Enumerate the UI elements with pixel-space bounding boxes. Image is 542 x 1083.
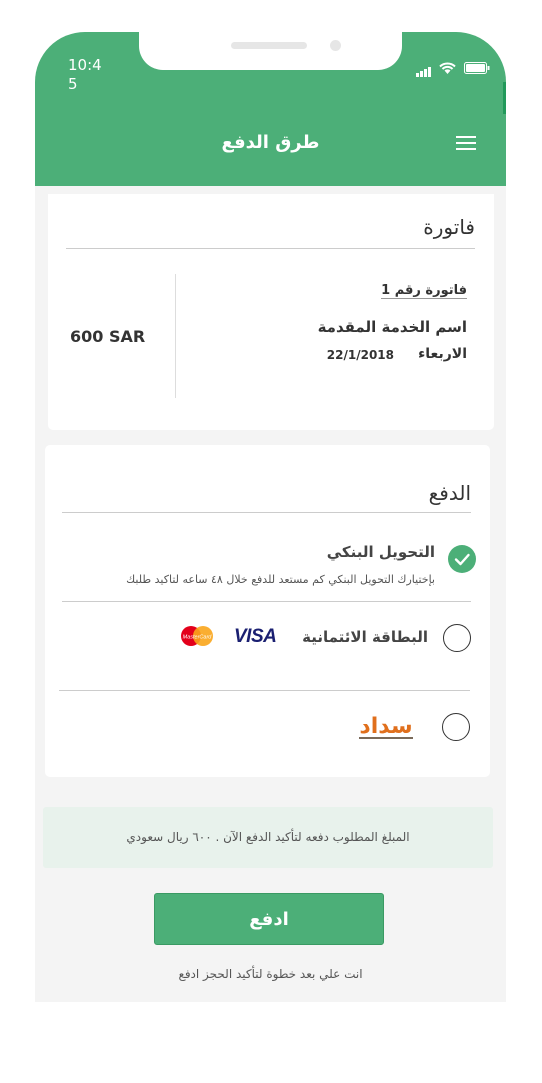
phone-screen: 10:45 طرق الدفع فاتورة فاتورة رقم 1 اسم … [35, 32, 506, 1002]
status-icons [415, 58, 490, 77]
payment-card: الدفع التحويل البنكي بإختيارك التحويل ال… [45, 445, 490, 777]
vertical-divider [175, 274, 176, 398]
divider [66, 248, 475, 249]
menu-icon[interactable] [456, 136, 476, 150]
check-icon [454, 553, 470, 566]
visa-logo: VISA [234, 626, 277, 647]
invoice-date: 22/1/2018 [326, 348, 394, 362]
invoice-section-title: فاتورة [423, 215, 475, 239]
side-indicator [503, 82, 506, 114]
phone-notch [139, 32, 402, 70]
status-time: 10:45 [68, 56, 102, 93]
pay-button[interactable]: ادفع [154, 893, 384, 945]
battery-icon [464, 61, 490, 74]
divider [59, 690, 470, 691]
bank-transfer-label[interactable]: التحويل البنكي [327, 543, 435, 561]
sadad-radio[interactable] [442, 713, 470, 741]
credit-card-label[interactable]: البطاقة الائتمانية [302, 628, 428, 646]
payment-section-title: الدفع [428, 481, 471, 505]
bank-transfer-description: بإختيارك التحويل البنكي كم مستعد للدفع خ… [126, 573, 435, 586]
mastercard-logo: MasterCard [180, 625, 214, 647]
invoice-amount: 600 SAR [70, 327, 146, 346]
credit-card-radio[interactable] [443, 624, 471, 652]
page-title: طرق الدفع [221, 132, 320, 153]
service-name: اسم الخدمة المقدمة [317, 318, 467, 336]
amount-notice: المبلغ المطلوب دفعه لتأكيد الدفع الآن . … [43, 807, 493, 868]
speaker [231, 42, 307, 49]
divider [62, 512, 471, 513]
invoice-card: فاتورة فاتورة رقم 1 اسم الخدمة المقدمة ا… [48, 194, 494, 430]
bank-transfer-radio[interactable] [448, 545, 476, 573]
signal-icon [415, 58, 431, 77]
invoice-number: فاتورة رقم 1 [381, 283, 467, 299]
svg-text:MasterCard: MasterCard [183, 635, 213, 641]
wifi-icon [439, 62, 456, 74]
svg-text:سداد: سداد [359, 714, 412, 739]
divider [62, 601, 471, 602]
app-header: 10:45 طرق الدفع [35, 32, 506, 186]
sadad-logo: سداد [351, 714, 421, 744]
invoice-day: الاربعاء [418, 346, 467, 362]
footer-hint: انت علي بعد خطوة لتأكيد الحجز ادفع [178, 967, 363, 981]
camera [330, 40, 341, 51]
